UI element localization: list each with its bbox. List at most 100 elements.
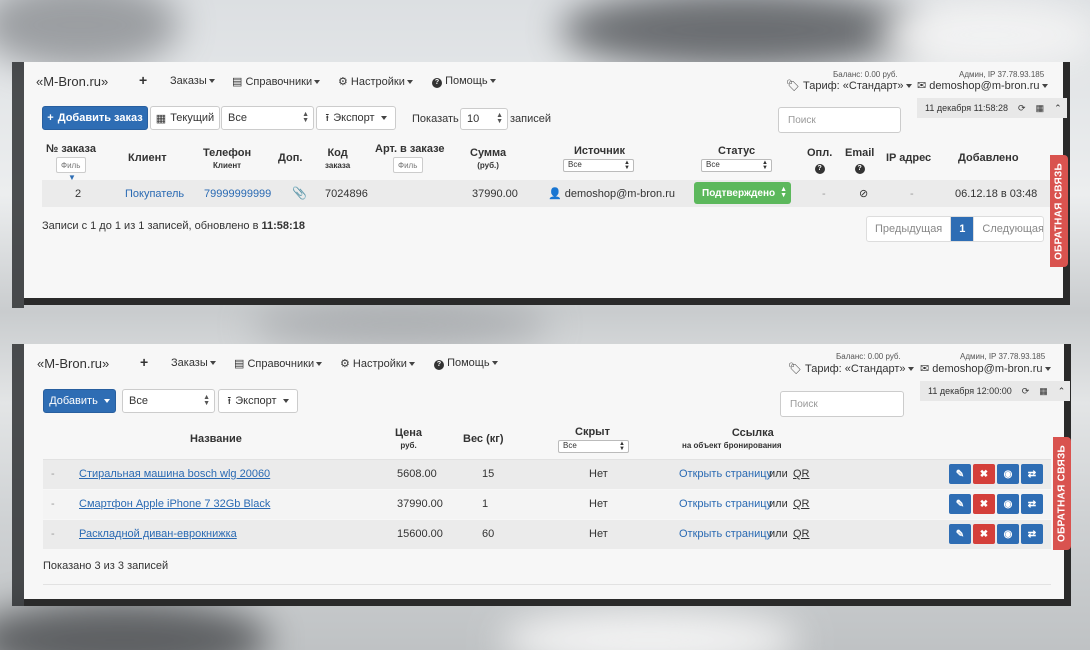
qr-link[interactable]: QR	[793, 498, 810, 510]
table-row[interactable]: - Стиральная машина bosch wlg 20060 5608…	[43, 460, 1051, 489]
search-input[interactable]: Поиск	[780, 391, 904, 417]
nav-settings[interactable]: ⚙ Настройки	[340, 357, 415, 370]
cell-phone-link[interactable]: 79999999999	[204, 188, 271, 200]
search-input[interactable]: Поиск	[778, 107, 901, 133]
qr-link[interactable]: QR	[793, 528, 810, 540]
export-button[interactable]: ⭱ Экспорт	[218, 389, 298, 413]
grid-icon[interactable]: ▦	[1039, 386, 1048, 397]
tariff-menu[interactable]: 🏷 Тариф: «Стандарт»	[788, 362, 914, 375]
header-order-no[interactable]: № заказа	[46, 143, 96, 155]
feedback-tab[interactable]: ОБРАТНАЯ СВЯЗЬ	[1050, 155, 1068, 267]
nav-settings[interactable]: ⚙ Настройки	[338, 75, 413, 88]
row-drag-handle[interactable]: -	[51, 498, 55, 510]
pager-next-button[interactable]: Следующая	[974, 217, 1043, 241]
copy-icon[interactable]: ⇄	[1021, 464, 1043, 484]
status-filter-select[interactable]: Все ▲ ▼	[701, 159, 772, 172]
copy-icon[interactable]: ⇄	[1021, 494, 1043, 514]
add-icon[interactable]: +	[139, 72, 147, 88]
header-client[interactable]: Клиент	[128, 152, 167, 164]
order-filter-select[interactable]: Все ▲ ▼	[221, 106, 314, 130]
nav-references[interactable]: ▤ Справочники	[232, 75, 321, 88]
visibility-icon[interactable]: ◉	[997, 464, 1019, 484]
copy-icon[interactable]: ⇄	[1021, 524, 1043, 544]
records-info: Показано 3 из 3 записей	[43, 560, 169, 572]
header-source[interactable]: Источник	[574, 145, 625, 157]
header-added[interactable]: Добавлено	[958, 152, 1019, 164]
chevron-up-icon[interactable]: ⌃	[1058, 386, 1066, 397]
delete-icon[interactable]: ✖	[973, 464, 995, 484]
table-row[interactable]: - Смартфон Apple iPhone 7 32Gb Black 379…	[43, 490, 1051, 519]
source-filter-select[interactable]: Все ▲ ▼	[563, 159, 634, 172]
visibility-icon[interactable]: ◉	[997, 494, 1019, 514]
open-page-link[interactable]: Открыть страницу	[679, 468, 772, 480]
header-weight[interactable]: Вес (кг)	[463, 433, 504, 445]
pager-prev-button[interactable]: Предыдущая	[867, 217, 952, 241]
header-name[interactable]: Название	[190, 433, 242, 445]
tariff-menu[interactable]: 🏷 Тариф: «Стандарт»	[786, 79, 912, 92]
refresh-icon[interactable]: ⟳	[1018, 103, 1026, 114]
edit-icon[interactable]: ✎	[949, 494, 971, 514]
edit-icon[interactable]: ✎	[949, 464, 971, 484]
product-filter-select[interactable]: Все ▲ ▼	[122, 389, 215, 413]
grid-icon[interactable]: ▦	[1036, 103, 1045, 114]
paperclip-icon[interactable]: 📎	[292, 186, 307, 200]
nav-help[interactable]: ? Помощь	[434, 357, 498, 370]
cell-price: 15600.00	[397, 528, 443, 540]
visibility-icon[interactable]: ◉	[997, 524, 1019, 544]
cell-client-link[interactable]: Покупатель	[125, 188, 184, 200]
hidden-filter-select[interactable]: Все ▲ ▼	[558, 440, 629, 453]
export-button[interactable]: ⭱ Экспорт	[316, 106, 396, 130]
current-button[interactable]: ▦ Текущий	[150, 106, 220, 130]
table-row[interactable]: - Раскладной диван-еврокнижка 15600.00 6…	[43, 520, 1051, 549]
qr-link[interactable]: QR	[793, 468, 810, 480]
row-drag-handle[interactable]: -	[51, 528, 55, 540]
status-select[interactable]: Подтверждено ▲ ▼	[694, 182, 791, 204]
header-link[interactable]: Ссылка на объект бронирования	[682, 427, 782, 450]
header-sum[interactable]: Сумма (руб.)	[470, 147, 506, 170]
add-button[interactable]: Добавить	[43, 389, 116, 413]
header-status[interactable]: Статус	[718, 145, 755, 157]
header-code[interactable]: Код заказа	[325, 147, 350, 170]
pager-page-1[interactable]: 1	[951, 217, 975, 241]
open-page-link[interactable]: Открыть страницу	[679, 498, 772, 510]
header-ip[interactable]: IP адрес	[886, 152, 931, 164]
add-order-button[interactable]: + Добавить заказ	[42, 106, 148, 130]
nav-help[interactable]: ? Помощь	[432, 75, 496, 88]
feedback-tab[interactable]: ОБРАТНАЯ СВЯЗЬ	[1053, 437, 1071, 550]
header-price[interactable]: Цена руб.	[395, 427, 422, 450]
user-email: demoshop@m-bron.ru	[932, 363, 1043, 375]
row-drag-handle[interactable]: -	[51, 468, 55, 480]
header-email[interactable]: Email?	[845, 147, 874, 174]
nav-help-label: Помощь	[445, 75, 488, 87]
header-hidden[interactable]: Скрыт	[575, 426, 610, 438]
header-phone[interactable]: Телефон Клиент	[203, 147, 251, 170]
order-no-filter[interactable]: Филь	[56, 157, 86, 173]
user-menu[interactable]: ✉ demoshop@m-bron.ru	[917, 79, 1048, 92]
product-name-link[interactable]: Раскладной диван-еврокнижка	[79, 528, 237, 540]
chevron-up-icon[interactable]: ⌃	[1054, 103, 1062, 114]
edit-icon[interactable]: ✎	[949, 524, 971, 544]
table-row[interactable]: 2 Покупатель 79999999999 📎 7024896 37990…	[42, 180, 1058, 207]
header-paid[interactable]: Опл.?	[807, 147, 832, 174]
delete-icon[interactable]: ✖	[973, 524, 995, 544]
page-size-select[interactable]: 10 ▲ ▼	[460, 108, 508, 130]
nav-orders[interactable]: Заказы	[171, 357, 216, 369]
header-article[interactable]: Арт. в заказе	[375, 143, 445, 155]
brand-logo[interactable]: «M-Bron.ru»	[36, 74, 108, 89]
nav-references-label: Справочники	[247, 358, 315, 370]
refresh-icon[interactable]: ⟳	[1022, 386, 1030, 397]
product-name-link[interactable]: Стиральная машина bosch wlg 20060	[79, 468, 270, 480]
header-extra[interactable]: Доп.	[278, 152, 302, 164]
nav-orders[interactable]: Заказы	[170, 75, 215, 87]
product-name-link[interactable]: Смартфон Apple iPhone 7 32Gb Black	[79, 498, 270, 510]
brand-logo[interactable]: «M-Bron.ru»	[37, 356, 109, 371]
orders-panel: «M-Bron.ru» + Заказы ▤ Справочники ⚙ Нас…	[24, 62, 1070, 305]
user-menu[interactable]: ✉ demoshop@m-bron.ru	[920, 362, 1051, 375]
article-filter[interactable]: Филь	[393, 157, 423, 173]
header-link-label: Ссылка	[731, 427, 774, 439]
nav-references[interactable]: ▤ Справочники	[234, 357, 323, 370]
add-icon[interactable]: +	[140, 354, 148, 370]
header-code-label: Код	[327, 147, 348, 159]
open-page-link[interactable]: Открыть страницу	[679, 528, 772, 540]
delete-icon[interactable]: ✖	[973, 494, 995, 514]
